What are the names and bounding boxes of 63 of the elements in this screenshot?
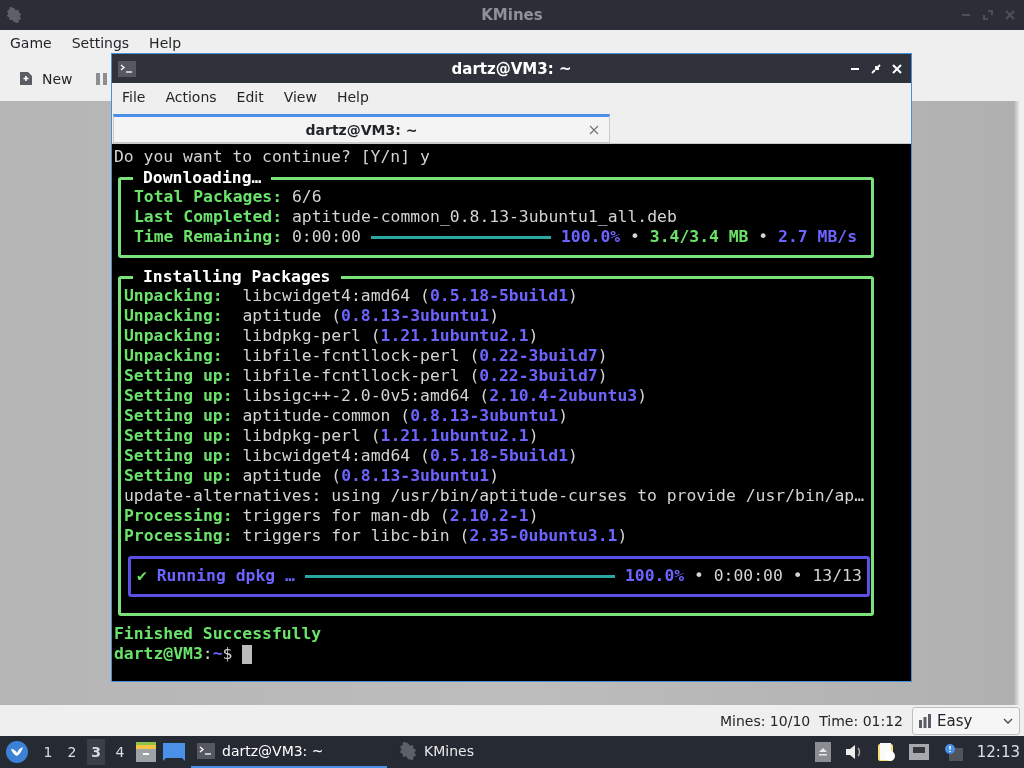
terminal-line: Setting up: aptitude (0.8.13-3ubuntu1) [124,466,501,486]
menu-item[interactable]: Game [10,35,52,51]
restore-icon[interactable] [871,63,881,74]
panel-title: Installing Packages [133,267,341,287]
terminal-line: Do you want to continue? [Y/n] y [114,147,430,167]
clock[interactable]: 12:13 [976,743,1020,761]
menu-item[interactable]: Edit [236,89,264,105]
menu-item[interactable]: Help [149,35,182,51]
terminal-icon [118,60,136,77]
file-cabinet-icon[interactable] [135,741,157,763]
terminal-line: Last Completed: aptitude-common_0.8.13-3ubuntu1_all.deb [134,207,678,227]
speaker-icon[interactable] [844,744,863,760]
bars-icon [919,713,931,728]
terminal-line: Total Packages: 6/6 [134,187,323,207]
terminal-line: Finished Successfully [114,624,322,644]
clipboard-icon[interactable] [876,742,895,762]
terminal-text: ✔ Running dpkg … [137,566,295,586]
terminal-line: Setting up: aptitude-common (0.8.13-3ubuntu1) [124,406,570,426]
menu-item[interactable]: View [283,89,317,105]
menu-item[interactable]: File [122,89,146,105]
mines-counter: Mines: 10/10 [719,712,811,729]
workspace-button[interactable]: 4 [111,739,129,765]
network-icon[interactable] [908,744,929,760]
terminal-line: Unpacking: libcwidget4:amd64 (0.5.18-5build1) [124,286,579,306]
chevron-down-icon [1003,717,1013,724]
terminal-text: 100.0% • 0:00:00 • 13/13 [624,566,862,586]
workspace-button[interactable]: 3 [87,739,105,765]
new-game-button[interactable]: New [18,68,75,89]
terminal-tab[interactable]: dartz@VM3: ~ [113,114,610,143]
terminal-line: Unpacking: libdpkg-perl (1.21.1ubuntu2.1) [124,326,540,346]
taskbar-button[interactable]: dartz@VM3: ~ [191,736,387,768]
window-title: KMines [480,6,544,24]
start-menu-icon[interactable] [5,740,29,764]
terminal-text: dartz@VM3:~$ [114,644,233,664]
terminal-line: Setting up: libdpkg-perl (1.21.1ubuntu2.1) [124,426,540,446]
terminal-line: Unpacking: libfile-fcntllock-perl (0.22-3build7) [124,346,609,366]
terminal-line: Processing: triggers for libc-bin (2.35-0ubuntu3.1) [124,526,629,546]
window-title: dartz@VM3: ~ [450,59,573,78]
terminal-icon [197,743,215,759]
terminal-line: Processing: triggers for man-db (2.10.2-1) [124,506,540,526]
workspace-button[interactable]: 2 [63,739,81,765]
panel-title: Downloading… [133,168,272,188]
terminal-line: Setting up: libcwidget4:amd64 (0.5.18-5build1) [124,446,579,466]
time-counter: Time: 01:12 [819,712,903,729]
terminal-line: update-alternatives: using /usr/bin/aptitude-curses to provide /usr/bin/ap… [124,486,866,506]
menu-item[interactable]: Settings [71,35,130,51]
difficulty-dropdown[interactable]: Easy [912,706,1020,735]
eject-icon[interactable] [814,742,831,762]
pause-icon[interactable] [94,71,109,86]
notification-icon[interactable] [942,743,963,761]
menu-item[interactable]: Actions [165,89,217,105]
workspace-button[interactable]: 1 [39,739,57,765]
terminal-text: Time Remaining: 0:00:00 [134,227,361,247]
tab-label: dartz@VM3: ~ [305,121,418,138]
text-cursor [242,644,253,664]
menu-item[interactable]: Help [336,89,369,105]
taskbar-button[interactable]: KMines [393,736,589,768]
terminal-line: Setting up: libsigc++-2.0-0v5:amd64 (2.10.4-2ubuntu3) [124,386,649,406]
terminal-text: 100.0% • 3.4/3.4 MB • 2.7 MB/s [561,227,858,247]
terminal-line: Setting up: libfile-fcntllock-perl (0.22-3build7) [124,366,609,386]
terminal-line: Unpacking: aptitude (0.8.13-3ubuntu1) [124,306,500,326]
new-document-icon [20,72,32,85]
window-icon[interactable] [163,743,185,761]
